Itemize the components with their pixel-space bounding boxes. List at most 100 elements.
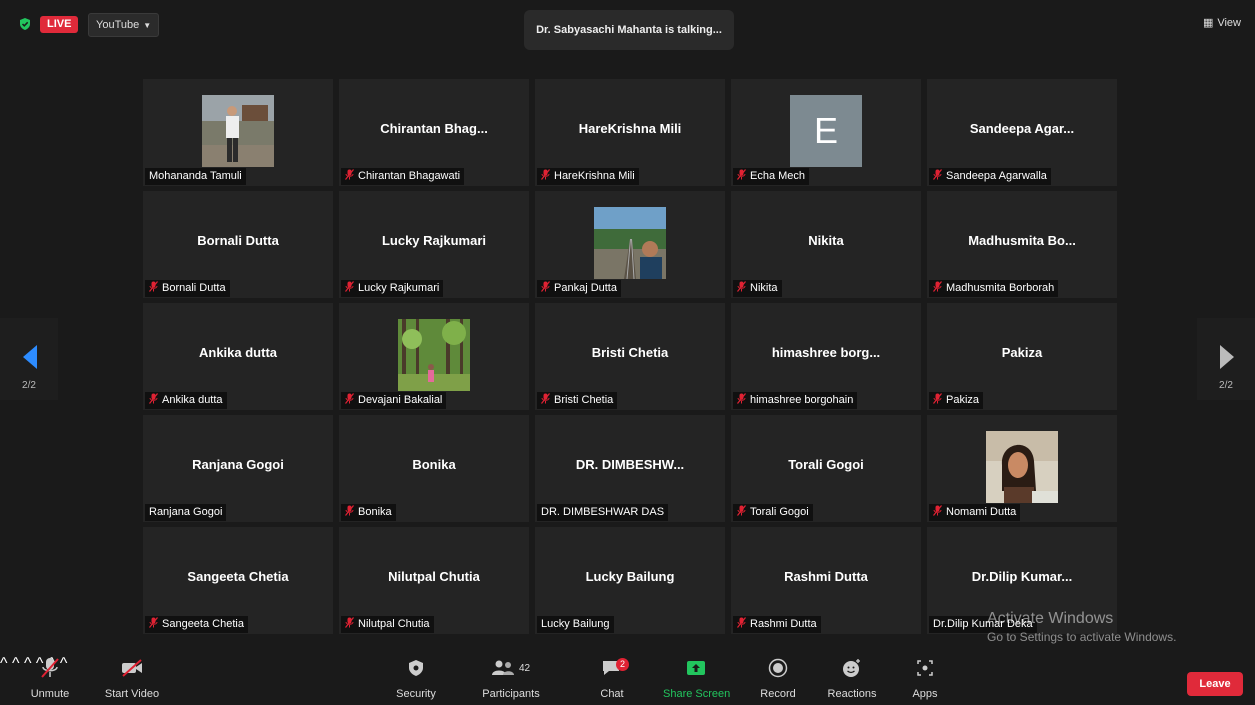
- start-video-label: Start Video: [104, 688, 160, 700]
- apps-button[interactable]: Apps: [910, 655, 940, 705]
- watermark-title: Activate Windows: [987, 610, 1114, 627]
- muted-microphone-icon: [933, 505, 942, 522]
- participant-name-tag: Rashmi Dutta: [733, 616, 821, 633]
- participant-tile[interactable]: Pakiza Pakiza: [927, 303, 1117, 410]
- participant-name-tag: Torali Gogoi: [733, 504, 813, 521]
- participant-grid: Mohananda Tamuli Chirantan Bhag... Chirant…: [143, 79, 1117, 636]
- security-shield-icon: [409, 660, 423, 676]
- video-options-chevron-icon[interactable]: ^: [12, 655, 20, 672]
- participant-name-tag: Ankika dutta: [145, 392, 227, 409]
- chat-label: Chat: [600, 688, 624, 700]
- unmute-button[interactable]: Unmute: [28, 655, 72, 705]
- shield-icon[interactable]: [18, 17, 32, 31]
- participant-tile[interactable]: Bornali Dutta Bornali Dutta: [143, 191, 333, 298]
- participant-name-tag: Mohananda Tamuli: [145, 168, 246, 185]
- participant-tile[interactable]: HareKrishna Mili HareKrishna Mili: [535, 79, 725, 186]
- participant-tile[interactable]: Ranjana Gogoi Ranjana Gogoi: [143, 415, 333, 522]
- participant-tile[interactable]: Nilutpal Chutia Nilutpal Chutia: [339, 527, 529, 634]
- participant-tile[interactable]: Madhusmita Bo... Madhusmita Borborah: [927, 191, 1117, 298]
- participant-tile[interactable]: Lucky Rajkumari Lucky Rajkumari: [339, 191, 529, 298]
- muted-microphone-icon: [345, 169, 354, 186]
- stream-target-select[interactable]: YouTube ▼: [88, 13, 160, 37]
- previous-page-button[interactable]: 2/2: [0, 318, 58, 400]
- participants-count: 42: [518, 662, 531, 674]
- grid-icon: ▦: [1202, 17, 1214, 29]
- participant-display-name: himashree borg...: [771, 345, 881, 360]
- reactions-label: Reactions: [827, 688, 877, 700]
- participant-name-tag: Nomami Dutta: [929, 504, 1021, 522]
- muted-microphone-icon: [737, 393, 746, 410]
- participant-name: Bornali Dutta: [162, 282, 226, 294]
- participant-name: Sandeepa Agarwalla: [946, 170, 1047, 182]
- record-icon: [768, 658, 788, 678]
- participant-name-tag: HareKrishna Mili: [537, 168, 639, 185]
- meeting-toolbar: Unmute ^ Start Video ^ Security 42 Parti…: [0, 655, 1255, 705]
- participant-tile[interactable]: Sangeeta Chetia Sangeeta Chetia: [143, 527, 333, 634]
- participant-tile[interactable]: Devajani Bakalial: [339, 303, 529, 410]
- participant-tile[interactable]: Rashmi Dutta Rashmi Dutta: [731, 527, 921, 634]
- chat-button[interactable]: 2 Chat: [596, 655, 629, 705]
- participant-name-tag: Nilutpal Chutia: [341, 616, 434, 633]
- muted-microphone-icon: [737, 617, 746, 634]
- windows-activation-watermark: Activate Windows Go to Settings to activ…: [987, 610, 1176, 644]
- participant-name: Echa Mech: [750, 170, 806, 182]
- stream-target-label: YouTube: [96, 19, 140, 31]
- leave-button[interactable]: Leave: [1187, 672, 1243, 696]
- participant-tile[interactable]: himashree borg... himashree borgohain: [731, 303, 921, 410]
- security-button[interactable]: Security: [394, 655, 438, 705]
- participant-tile[interactable]: Torali Gogoi Torali Gogoi: [731, 415, 921, 522]
- muted-microphone-icon: [737, 281, 746, 298]
- participant-name: Chirantan Bhagawati: [358, 170, 461, 182]
- participant-name: Pankaj Dutta: [554, 282, 617, 294]
- participant-name: Bristi Chetia: [554, 394, 614, 406]
- participant-name: Sangeeta Chetia: [162, 618, 244, 630]
- participant-photo: [986, 431, 1058, 503]
- muted-microphone-icon: [541, 169, 550, 186]
- participant-tile[interactable]: DR. DIMBESHW... DR. DIMBESHWAR DAS: [535, 415, 725, 522]
- participant-tile[interactable]: Bonika Bonika: [339, 415, 529, 522]
- participant-name: Lucky Bailung: [541, 618, 610, 630]
- participant-display-name: Nikita: [808, 233, 844, 248]
- participant-tile[interactable]: Nikita Nikita: [731, 191, 921, 298]
- share-screen-button[interactable]: Share Screen: [663, 655, 730, 705]
- next-page-button[interactable]: 2/2: [1197, 318, 1255, 400]
- participant-tile[interactable]: Pankaj Dutta: [535, 191, 725, 298]
- participant-name-tag: Lucky Bailung: [537, 616, 614, 633]
- start-video-button[interactable]: Start Video: [104, 655, 160, 705]
- participant-display-name: Lucky Bailung: [585, 569, 675, 584]
- participant-tile[interactable]: Lucky Bailung Lucky Bailung: [535, 527, 725, 634]
- participant-tile[interactable]: Bristi Chetia Bristi Chetia: [535, 303, 725, 410]
- reactions-icon: [843, 659, 860, 677]
- participant-tile[interactable]: Nomami Dutta: [927, 415, 1117, 522]
- participant-name-tag: himashree borgohain: [733, 392, 858, 410]
- audio-options-chevron-icon[interactable]: ^: [0, 655, 8, 672]
- participant-name: Ankika dutta: [162, 394, 223, 406]
- active-speaker-banner: Dr. Sabyasachi Mahanta is talking...: [524, 10, 734, 50]
- participant-name-tag: Echa Mech: [733, 168, 810, 185]
- share-screen-icon: [687, 661, 705, 675]
- participants-label: Participants: [482, 688, 540, 700]
- view-button[interactable]: ▦ View: [1203, 16, 1241, 29]
- record-button[interactable]: Record: [760, 655, 796, 705]
- participant-tile[interactable]: Chirantan Bhag... Chirantan Bhagawati: [339, 79, 529, 186]
- participant-name: DR. DIMBESHWAR DAS: [541, 506, 665, 518]
- participant-display-name: Torali Gogoi: [788, 457, 864, 472]
- participant-name: Mohananda Tamuli: [149, 170, 242, 182]
- participants-button[interactable]: 42 Participants: [480, 655, 542, 705]
- participant-display-name: Bristi Chetia: [591, 345, 669, 360]
- live-badge[interactable]: LIVE: [40, 16, 79, 33]
- participant-name: Nomami Dutta: [946, 506, 1017, 518]
- participant-name: Torali Gogoi: [750, 506, 809, 518]
- participant-tile[interactable]: Mohananda Tamuli: [143, 79, 333, 186]
- participant-name: Madhusmita Borborah: [946, 282, 1055, 294]
- reactions-button[interactable]: Reactions: [826, 655, 878, 705]
- participant-tile[interactable]: Ankika dutta Ankika dutta: [143, 303, 333, 410]
- muted-microphone-icon: [541, 281, 550, 298]
- muted-microphone-icon: [345, 617, 354, 634]
- participant-display-name: Chirantan Bhag...: [380, 121, 488, 136]
- participant-display-name: Rashmi Dutta: [784, 569, 868, 584]
- participant-tile[interactable]: E Echa Mech: [731, 79, 921, 186]
- muted-microphone-icon: [933, 281, 942, 298]
- participant-tile[interactable]: Sandeepa Agar... Sandeepa Agarwalla: [927, 79, 1117, 186]
- participant-display-name: Madhusmita Bo...: [968, 233, 1076, 248]
